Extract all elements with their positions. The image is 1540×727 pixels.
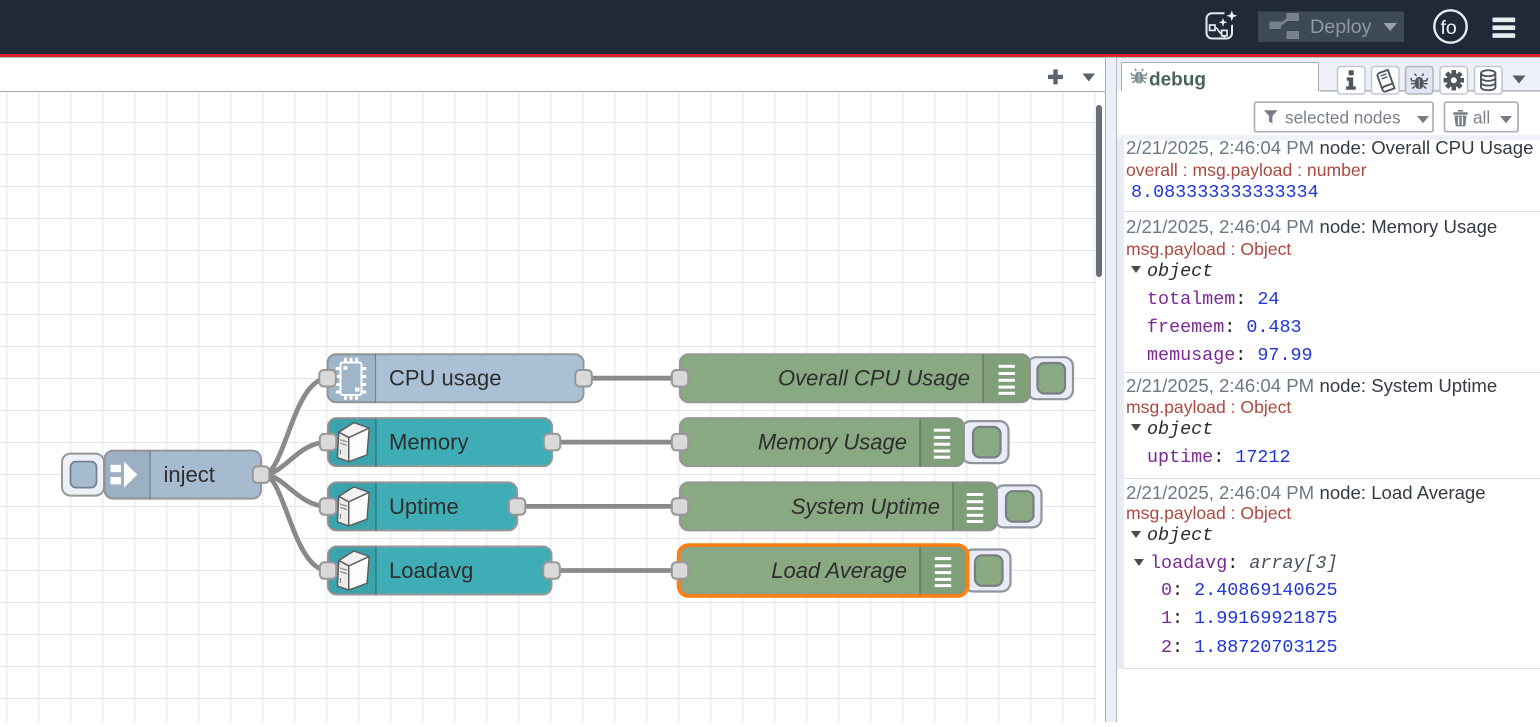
svg-text:debug: debug	[1149, 69, 1206, 90]
svg-text:System Uptime: System Uptime	[791, 494, 940, 519]
svg-text:Memory: Memory	[389, 430, 468, 455]
svg-text:all: all	[1473, 107, 1490, 127]
svg-text:selected nodes: selected nodes	[1285, 107, 1401, 127]
svg-text:Memory Usage: Memory Usage	[758, 430, 907, 455]
svg-text:Uptime: Uptime	[389, 494, 459, 519]
svg-text:Overall CPU Usage: Overall CPU Usage	[778, 366, 970, 391]
svg-text:fo: fo	[1441, 17, 1457, 39]
svg-text:Deploy: Deploy	[1310, 16, 1372, 38]
svg-text:CPU usage: CPU usage	[389, 366, 502, 391]
svg-text:Loadavg: Loadavg	[389, 558, 473, 583]
svg-text:Load Average: Load Average	[771, 558, 907, 583]
svg-text:inject: inject	[164, 462, 215, 487]
